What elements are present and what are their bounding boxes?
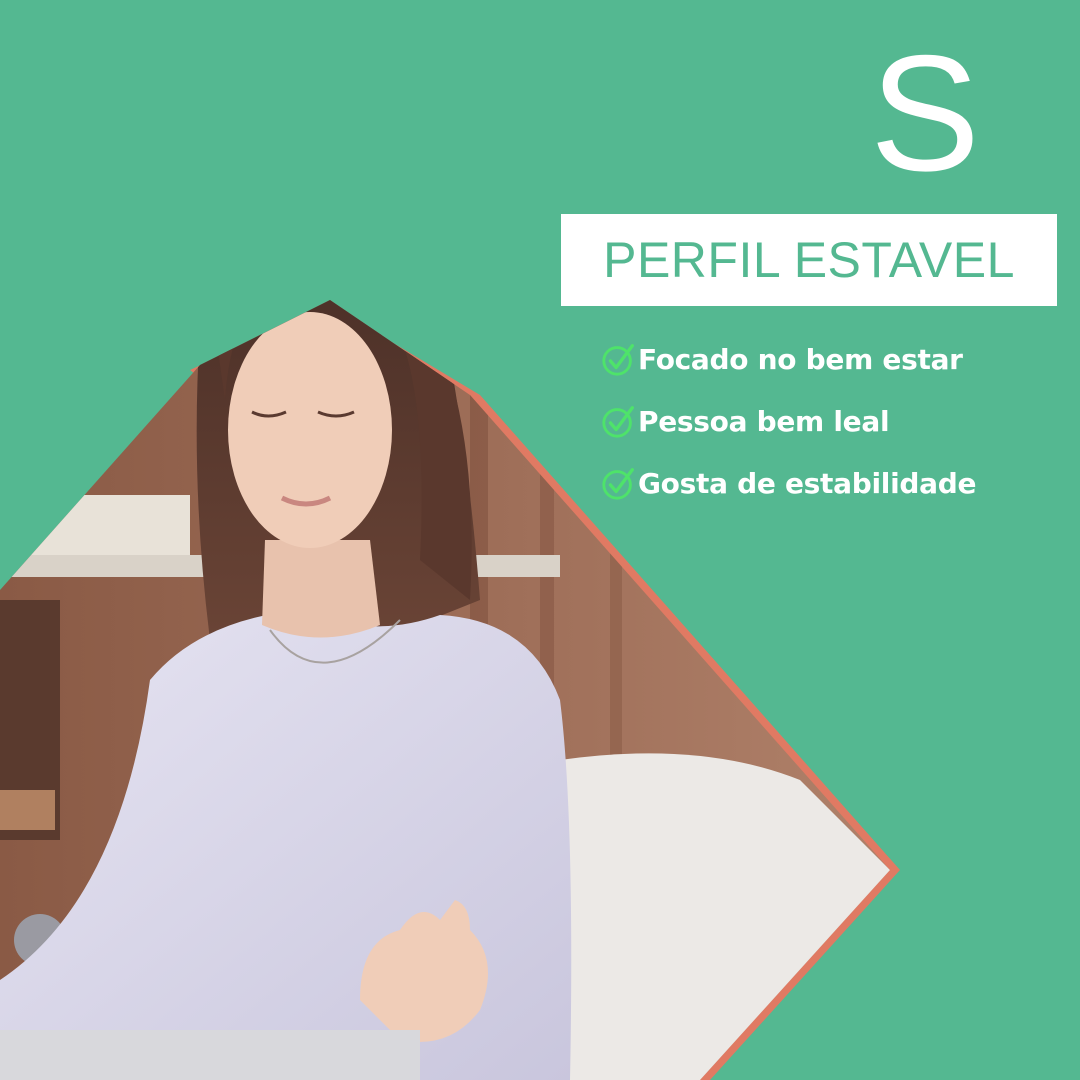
list-item: Pessoa bem leal — [600, 390, 976, 452]
title-banner: PERFIL ESTAVEL — [561, 214, 1057, 306]
traits-list: Focado no bem estar Pessoa bem leal Gost… — [600, 328, 976, 514]
profile-title: PERFIL ESTAVEL — [603, 232, 1015, 288]
post-canvas: S PERFIL ESTAVEL Focado no bem estar Pes… — [0, 0, 1080, 1080]
trait-label: Pessoa bem leal — [638, 404, 890, 438]
list-item: Gosta de estabilidade — [600, 452, 976, 514]
trait-label: Gosta de estabilidade — [638, 466, 977, 500]
check-circle-icon — [602, 468, 634, 500]
trait-label: Focado no bem estar — [638, 342, 963, 376]
check-circle-icon — [602, 406, 634, 438]
profile-letter: S — [869, 21, 981, 205]
check-circle-icon — [602, 344, 634, 376]
list-item: Focado no bem estar — [600, 328, 976, 390]
